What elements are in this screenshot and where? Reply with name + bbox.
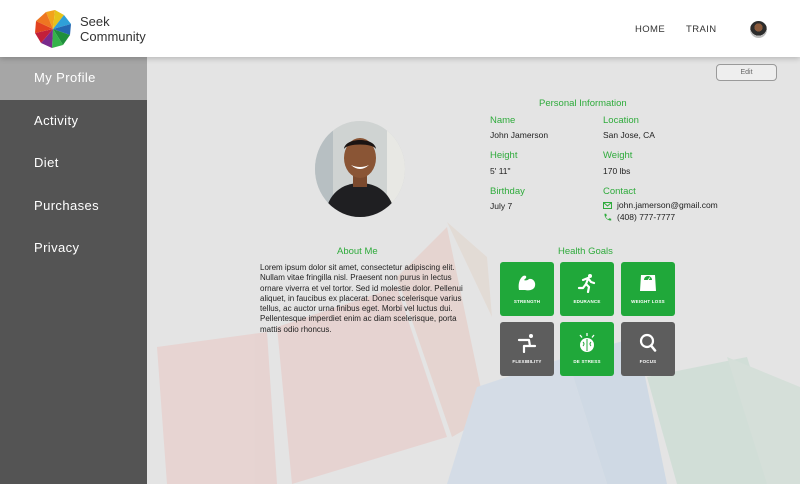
sidebar-item-diet[interactable]: Diet [0, 142, 147, 185]
user-avatar[interactable] [750, 21, 767, 38]
profile-main: Edit Personal Information Name John Jame… [147, 57, 800, 484]
birthday-label: Birthday [490, 186, 525, 197]
sidebar-item-activity[interactable]: Activity [0, 100, 147, 143]
nav-home-link[interactable]: HOME [635, 24, 665, 35]
brand-line-1: Seek [80, 14, 110, 29]
goal-label-de-stress: DE STRESS [573, 359, 601, 364]
birthday-value: July 7 [490, 201, 513, 211]
weight-label: Weight [603, 150, 633, 161]
runner-icon [577, 274, 596, 293]
personal-info-title: Personal Information [539, 98, 627, 109]
seek-logo-icon[interactable] [33, 9, 73, 49]
location-label: Location [603, 115, 639, 126]
goal-tile-de-stress[interactable]: DE STRESS [560, 322, 614, 376]
sidebar-item-purchases[interactable]: Purchases [0, 185, 147, 228]
location-value: San Jose, CA [603, 130, 655, 140]
goal-tile-strength[interactable]: STRENGTH [500, 262, 554, 316]
height-value: 5' 11" [490, 166, 511, 176]
brand-name: Seek Community [80, 14, 146, 44]
name-value: John Jamerson [490, 130, 549, 140]
sidebar-item-privacy[interactable]: Privacy [0, 227, 147, 270]
goal-label-focus: FOCUS [639, 359, 657, 364]
phone-icon [604, 213, 612, 221]
top-header: Seek Community HOME TRAIN [0, 0, 800, 57]
phone-value: (408) 777-7777 [617, 212, 676, 222]
contact-email-row[interactable]: john.jamerson@gmail.com [603, 200, 718, 210]
stretch-icon [517, 334, 537, 353]
goal-label-strength: STRENGTH [513, 299, 541, 304]
contact-phone-row[interactable]: (408) 777-7777 [603, 212, 675, 222]
sidebar: My Profile Activity Diet Purchases Priva… [0, 57, 147, 484]
background-logo-watermark [157, 222, 800, 484]
goal-label-weight-loss: WEIGHT LOSS [631, 299, 665, 304]
brain-icon [579, 333, 595, 352]
nav-train-link[interactable]: TRAIN [686, 24, 717, 35]
magnifier-icon [639, 333, 657, 352]
profile-photo [315, 121, 405, 217]
goal-tile-weight-loss[interactable]: WEIGHT LOSS [621, 262, 675, 316]
contact-label: Contact [603, 186, 636, 197]
brand-line-2: Community [80, 29, 146, 44]
goal-label-endurance: EDURANCE [573, 299, 601, 304]
goal-tile-flexibility[interactable]: FLEXIBILITY [500, 322, 554, 376]
health-goals-title: Health Goals [558, 246, 613, 257]
about-me-text: Lorem ipsum dolor sit amet, consectetur … [260, 263, 463, 334]
goal-tile-focus[interactable]: FOCUS [621, 322, 675, 376]
email-value: john.jamerson@gmail.com [617, 200, 718, 210]
height-label: Height [490, 150, 518, 161]
weight-value: 170 lbs [603, 166, 631, 176]
edit-button[interactable]: Edit [716, 64, 777, 81]
name-label: Name [490, 115, 516, 126]
flexed-arm-icon [518, 275, 536, 291]
about-me-title: About Me [337, 246, 378, 257]
mail-icon [603, 201, 612, 209]
goal-label-flexibility: FLEXIBILITY [512, 359, 542, 364]
sidebar-item-my-profile[interactable]: My Profile [0, 57, 147, 100]
scale-icon [640, 275, 656, 291]
goal-tile-endurance[interactable]: EDURANCE [560, 262, 614, 316]
